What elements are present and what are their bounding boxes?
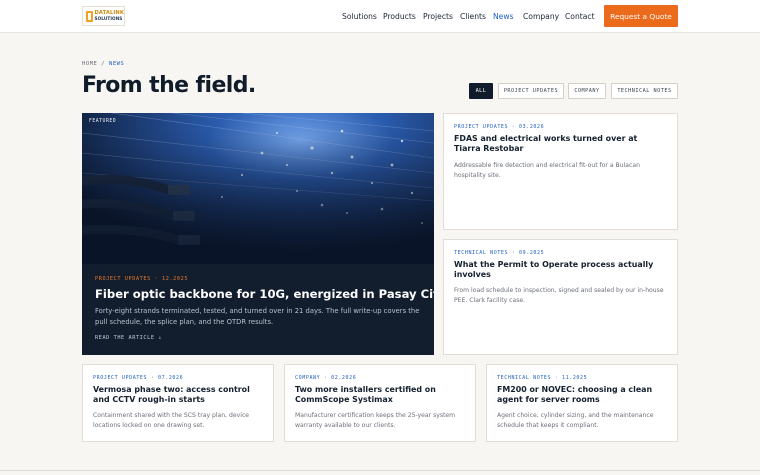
nav-company[interactable]: Company bbox=[523, 12, 559, 21]
filter-all[interactable]: ALL bbox=[469, 83, 493, 99]
read-article-link[interactable]: READ THE ARTICLE ↓ bbox=[95, 335, 162, 341]
post-title[interactable]: What the Permit to Operate process actua… bbox=[454, 260, 664, 281]
nav-projects[interactable]: Projects bbox=[423, 12, 453, 21]
post-meta: PROJECT UPDATES · 03.2026 bbox=[454, 124, 545, 130]
logo-line2: SOLUTIONS bbox=[94, 16, 123, 21]
request-quote-button[interactable]: Request a Quote bbox=[604, 5, 678, 27]
site-header: DATALINK SOLUTIONS Solutions Products Pr… bbox=[0, 0, 760, 33]
breadcrumb-current: NEWS bbox=[108, 61, 125, 67]
featured-body: PROJECT UPDATES · 12.2025 Fiber optic ba… bbox=[82, 264, 434, 355]
post-title[interactable]: Two more installers certified on CommSco… bbox=[295, 385, 467, 406]
post-description: Addressable fire detection and electrica… bbox=[454, 162, 640, 179]
featured-post-card[interactable]: FEATURED PROJECT UPDATES · 12.2025 Fiber… bbox=[82, 113, 434, 355]
post-description: Containment shared with the SCS tray pla… bbox=[93, 412, 250, 429]
fiber-optic-photo bbox=[82, 113, 434, 264]
nav-clients[interactable]: Clients bbox=[460, 12, 486, 21]
post-title[interactable]: FM200 or NOVEC: choosing a clean agent f… bbox=[497, 385, 669, 406]
footer-divider bbox=[0, 470, 760, 471]
filter-project-updates[interactable]: PROJECT UPDATES bbox=[498, 83, 564, 99]
post-description: Agent choice, cylinder sizing, and the m… bbox=[497, 412, 654, 429]
logo-mark-icon bbox=[86, 10, 93, 22]
post-card[interactable]: PROJECT UPDATES · 03.2026 FDAS and elect… bbox=[443, 113, 678, 230]
company-logo[interactable]: DATALINK SOLUTIONS bbox=[82, 6, 125, 26]
post-meta: COMPANY · 02.2026 bbox=[295, 375, 357, 381]
breadcrumb-home[interactable]: HOME bbox=[82, 61, 97, 67]
breadcrumb: HOME / NEWS bbox=[82, 61, 124, 67]
nav-products[interactable]: Products bbox=[383, 12, 416, 21]
post-title[interactable]: Vermosa phase two: access control and CC… bbox=[93, 385, 265, 406]
nav-contact[interactable]: Contact bbox=[565, 12, 595, 21]
filter-company[interactable]: COMPANY bbox=[568, 83, 606, 99]
post-meta: TECHNICAL NOTES · 11.2025 bbox=[497, 375, 588, 381]
featured-meta: PROJECT UPDATES · 12.2025 bbox=[95, 276, 189, 282]
nav-news[interactable]: News bbox=[493, 12, 514, 21]
post-card[interactable]: TECHNICAL NOTES · 11.2025 FM200 or NOVEC… bbox=[486, 364, 678, 442]
featured-badge: FEATURED bbox=[89, 119, 117, 124]
post-description: Manufacturer certification keeps the 25-… bbox=[295, 412, 456, 429]
featured-title[interactable]: Fiber optic backbone for 10G, energized … bbox=[95, 287, 434, 301]
nav-solutions[interactable]: Solutions bbox=[342, 12, 377, 21]
post-card[interactable]: PROJECT UPDATES · 07.2026 Vermosa phase … bbox=[82, 364, 274, 442]
post-card[interactable]: TECHNICAL NOTES · 09.2025 What the Permi… bbox=[443, 239, 678, 355]
post-meta: TECHNICAL NOTES · 09.2025 bbox=[454, 250, 545, 256]
featured-description: Forty-eight strands terminated, tested, … bbox=[95, 307, 420, 326]
breadcrumb-separator: / bbox=[101, 61, 106, 67]
post-title[interactable]: FDAS and electrical works turned over at… bbox=[454, 134, 664, 155]
post-meta: PROJECT UPDATES · 07.2026 bbox=[93, 375, 184, 381]
logo-wordmark: DATALINK SOLUTIONS bbox=[94, 10, 124, 21]
page-title: From the field. bbox=[82, 73, 256, 98]
post-description: From load schedule to inspection, signed… bbox=[454, 287, 664, 304]
post-card[interactable]: COMPANY · 02.2026 Two more installers ce… bbox=[284, 364, 476, 442]
filter-technical-notes[interactable]: TECHNICAL NOTES bbox=[611, 83, 678, 99]
